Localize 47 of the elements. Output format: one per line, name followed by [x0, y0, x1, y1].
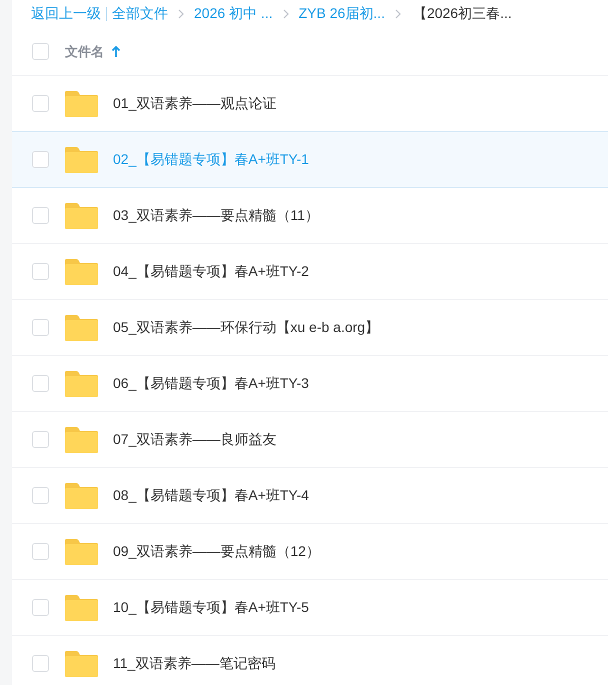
row-checkbox[interactable]	[32, 95, 49, 112]
chevron-icon	[282, 9, 289, 19]
row-checkbox[interactable]	[32, 319, 49, 336]
folder-icon	[65, 370, 98, 396]
folder-icon	[65, 314, 98, 340]
file-row[interactable]: 05_双语素养——环保行动【xu e-b a.org】	[12, 300, 608, 356]
row-checkbox[interactable]	[32, 655, 49, 672]
folder-name[interactable]: 08_【易错题专项】春A+班TY-4	[113, 486, 309, 504]
chevron-icon	[178, 9, 184, 19]
file-row[interactable]: 09_双语素养——要点精髓（12）	[12, 524, 608, 580]
folder-icon	[65, 482, 98, 508]
folder-name[interactable]: 04_【易错题专项】春A+班TY-2	[113, 262, 309, 280]
folder-icon	[65, 426, 98, 452]
row-checkbox[interactable]	[32, 431, 49, 448]
folder-name[interactable]: 03_双语素养——要点精髓（11）	[113, 206, 319, 224]
file-row[interactable]: 06_【易错题专项】春A+班TY-3	[12, 356, 608, 412]
folder-name[interactable]: 11_双语素养——笔记密码	[113, 654, 276, 672]
folder-icon	[65, 650, 98, 676]
file-row[interactable]: 08_【易错题专项】春A+班TY-4	[12, 468, 608, 524]
folder-name[interactable]: 05_双语素养——环保行动【xu e-b a.org】	[113, 318, 380, 336]
row-checkbox[interactable]	[32, 207, 49, 224]
up-arrow-icon[interactable]	[111, 46, 121, 58]
file-row[interactable]: 04_【易错题专项】春A+班TY-2	[12, 244, 608, 300]
row-checkbox[interactable]	[32, 151, 49, 168]
file-row[interactable]: 07_双语素养——良师益友	[12, 412, 608, 468]
folder-icon	[65, 146, 98, 172]
folder-name[interactable]: 09_双语素养——要点精髓（12）	[113, 542, 320, 560]
folder-icon	[65, 594, 98, 620]
folder-icon	[65, 202, 98, 228]
file-row[interactable]: 03_双语素养——要点精髓（11）	[12, 188, 608, 244]
current-folder-label: 【2026初三春...	[412, 5, 512, 23]
row-checkbox[interactable]	[32, 263, 49, 280]
row-checkbox[interactable]	[32, 543, 49, 560]
folder-name[interactable]: 01_双语素养——观点论证	[113, 94, 276, 112]
chevron-icon	[394, 9, 401, 19]
row-checkbox[interactable]	[32, 487, 49, 504]
folder-icon	[65, 538, 98, 564]
row-checkbox[interactable]	[32, 599, 49, 616]
folder-name[interactable]: 06_【易错题专项】春A+班TY-3	[113, 374, 309, 392]
file-row[interactable]: 11_双语素养——笔记密码	[12, 636, 608, 685]
folder-icon	[65, 258, 98, 284]
folder-name[interactable]: 07_双语素养——良师益友	[113, 430, 276, 448]
file-row[interactable]: 10_【易错题专项】春A+班TY-5	[12, 580, 608, 636]
folder-icon	[65, 90, 98, 116]
row-checkbox[interactable]	[32, 375, 49, 392]
folder-name[interactable]: 10_【易错题专项】春A+班TY-5	[113, 598, 309, 616]
select-all-checkbox[interactable]	[32, 43, 49, 60]
